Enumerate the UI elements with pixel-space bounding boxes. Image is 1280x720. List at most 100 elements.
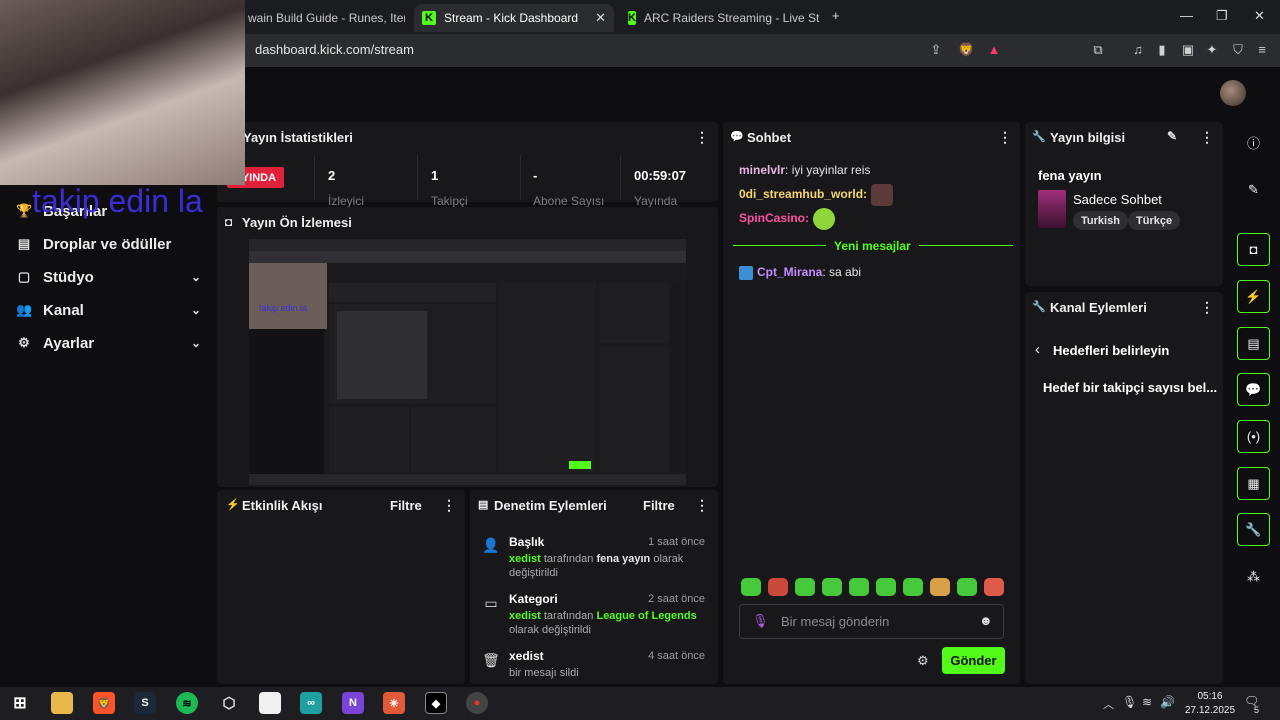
emote-icon[interactable] (903, 578, 923, 596)
brave-shield-icon[interactable]: 🦁 (958, 42, 974, 58)
divider (417, 155, 418, 200)
share-icon[interactable]: ⇪ (928, 42, 944, 58)
new-tab-icon[interactable]: + (832, 8, 840, 23)
file-explorer-icon[interactable] (51, 692, 73, 714)
back-arrow-icon[interactable]: ‹ (1035, 341, 1040, 358)
chat-placeholder: Bir mesaj gönderin (781, 614, 890, 629)
moderation-toggle-icon[interactable]: ▤ (1237, 327, 1270, 360)
tab-wain-guide[interactable]: wain Build Guide - Runes, Items & N (240, 4, 405, 32)
edit-icon[interactable]: ✎ (1237, 173, 1270, 206)
emoji-icon[interactable]: ☻ (979, 613, 993, 628)
close-window-icon[interactable]: ✕ (1254, 8, 1265, 24)
emote-icon[interactable] (849, 578, 869, 596)
follower-count: 1 (431, 168, 439, 183)
steam-icon[interactable]: S (134, 692, 156, 714)
subscriber-label: Abone Sayısı (533, 194, 605, 208)
visual-studio-icon[interactable]: N (342, 692, 364, 714)
spotify-icon[interactable]: ≋ (176, 692, 198, 714)
preview-toggle-icon[interactable]: ◘ (1237, 233, 1270, 266)
minimize-icon[interactable]: — (1180, 8, 1193, 23)
tab-kick-dashboard[interactable]: K Stream - Kick Dashboard ✕ (414, 4, 614, 32)
vpn-icon[interactable]: ⛉ (1230, 42, 1246, 58)
microphone-tray-icon[interactable]: 🎙 (1122, 695, 1137, 709)
layout-icon[interactable]: ▦ (1237, 467, 1270, 500)
volume-icon[interactable]: 🔊 (1160, 695, 1175, 709)
emote-icon[interactable] (984, 578, 1004, 596)
more-options-icon[interactable]: ⋮ (1200, 299, 1214, 316)
emote-icon[interactable] (822, 578, 842, 596)
moderation-title: Denetim Eylemleri (494, 498, 607, 513)
viewer-label: İzleyici (328, 194, 365, 208)
microphone-icon[interactable]: 🎙 (752, 613, 769, 629)
maximize-icon[interactable]: ❐ (1216, 8, 1228, 24)
preview-icon: ◘ (225, 215, 233, 229)
menu-icon[interactable]: ≡ (1254, 42, 1270, 58)
windows-start-icon[interactable]: ⊞ (9, 692, 31, 714)
more-options-icon[interactable]: ⋮ (695, 497, 709, 514)
media-icon[interactable]: ♫ (1130, 42, 1146, 58)
wifi-icon[interactable]: ≋ (1142, 695, 1152, 709)
chat-settings-icon[interactable]: ⚙ (917, 653, 929, 669)
mod-item-time: 1 saat önce (648, 536, 705, 548)
obs-icon[interactable]: ● (466, 692, 488, 714)
close-tab-icon[interactable]: ✕ (585, 10, 606, 26)
more-options-icon[interactable]: ⋮ (442, 497, 456, 514)
activity-filter-button[interactable]: Filtre (390, 498, 422, 513)
nav-item-ayarlar[interactable]: ⚙ Ayarlar ⌄ (16, 330, 201, 356)
chat-toggle-icon[interactable]: 💬 (1237, 373, 1270, 406)
emote-icon[interactable] (930, 578, 950, 596)
clock[interactable]: 05:16 27.12.2025 (1180, 690, 1240, 718)
sidebar-icon[interactable]: ▮ (1154, 42, 1170, 58)
uptime-value: 00:59:07 (634, 168, 687, 183)
emote-icon[interactable] (876, 578, 896, 596)
mod-item-time: 2 saat önce (648, 593, 705, 605)
apps-icon[interactable]: ⁂ (1237, 560, 1270, 593)
wrench-icon: 🔧 (1032, 301, 1046, 313)
category-name[interactable]: Sadece Sohbet (1073, 192, 1162, 207)
goal-item[interactable]: Hedef bir takipçi sayısı bel... (1043, 380, 1217, 395)
emote-icon[interactable] (741, 578, 761, 596)
emote-icon[interactable] (795, 578, 815, 596)
edit-icon[interactable]: ✎ (1167, 129, 1177, 143)
category-change-icon: ▭ (484, 595, 498, 611)
nav-item-kanal[interactable]: 👥 Kanal ⌄ (16, 297, 201, 323)
leo-icon[interactable]: ✦ (1204, 42, 1220, 58)
chat-message: minelvlr: iyi yayinlar reis (739, 163, 871, 177)
wallet-icon[interactable]: ▣ (1180, 42, 1196, 58)
kick-logo-icon: K (628, 11, 636, 25)
more-options-icon[interactable]: ⋮ (1200, 129, 1214, 146)
emote-icon[interactable] (957, 578, 977, 596)
tab-arc-raiders[interactable]: K ARC Raiders Streaming - Live Stream (620, 4, 820, 32)
wrench-icon: 🔧 (1032, 131, 1046, 143)
reader-icon[interactable]: ⧉ (1090, 42, 1106, 58)
info-icon[interactable]: ⓘ (1237, 126, 1270, 159)
url-field[interactable]: dashboard.kick.com/stream (255, 42, 414, 57)
app-icon[interactable]: ✳ (383, 692, 405, 714)
broadcast-icon[interactable]: (•) (1237, 420, 1270, 453)
tag-turkish: Turkish (1073, 211, 1128, 230)
title-change-icon: 👤 (482, 537, 500, 553)
brave-browser-icon[interactable]: 🦁 (93, 692, 115, 714)
brave-rewards-icon[interactable]: ▲ (986, 42, 1002, 58)
nav-item-studyo[interactable]: ▢ Stüdyo ⌄ (16, 264, 201, 290)
more-options-icon[interactable]: ⋮ (998, 129, 1012, 146)
nav-item-droplar[interactable]: ▤ Droplar ve ödüller (16, 231, 201, 257)
app-icon[interactable]: ⬡ (218, 692, 240, 714)
notification-count: 5 (1254, 705, 1260, 715)
more-options-icon[interactable]: ⋮ (695, 129, 709, 146)
send-button[interactable]: Gönder (942, 647, 1005, 674)
tab-label: Stream - Kick Dashboard (444, 11, 579, 25)
channel-actions-title: Kanal Eylemleri (1050, 300, 1147, 315)
document-icon[interactable] (259, 692, 281, 714)
emote-icon[interactable] (768, 578, 788, 596)
stream-preview[interactable]: takip edin la (249, 239, 686, 485)
goals-back-label[interactable]: Hedefleri belirleyin (1053, 343, 1169, 358)
avatar[interactable] (1220, 80, 1246, 106)
app-icon[interactable]: ◆ (425, 692, 447, 714)
wrench-icon[interactable]: 🔧 (1237, 513, 1270, 546)
tray-chevron-icon[interactable]: ︿ (1103, 696, 1114, 712)
lightning-icon[interactable]: ⚡ (1237, 280, 1270, 313)
moderation-filter-button[interactable]: Filtre (643, 498, 675, 513)
divider (314, 155, 315, 200)
arduino-icon[interactable]: ∞ (300, 692, 322, 714)
